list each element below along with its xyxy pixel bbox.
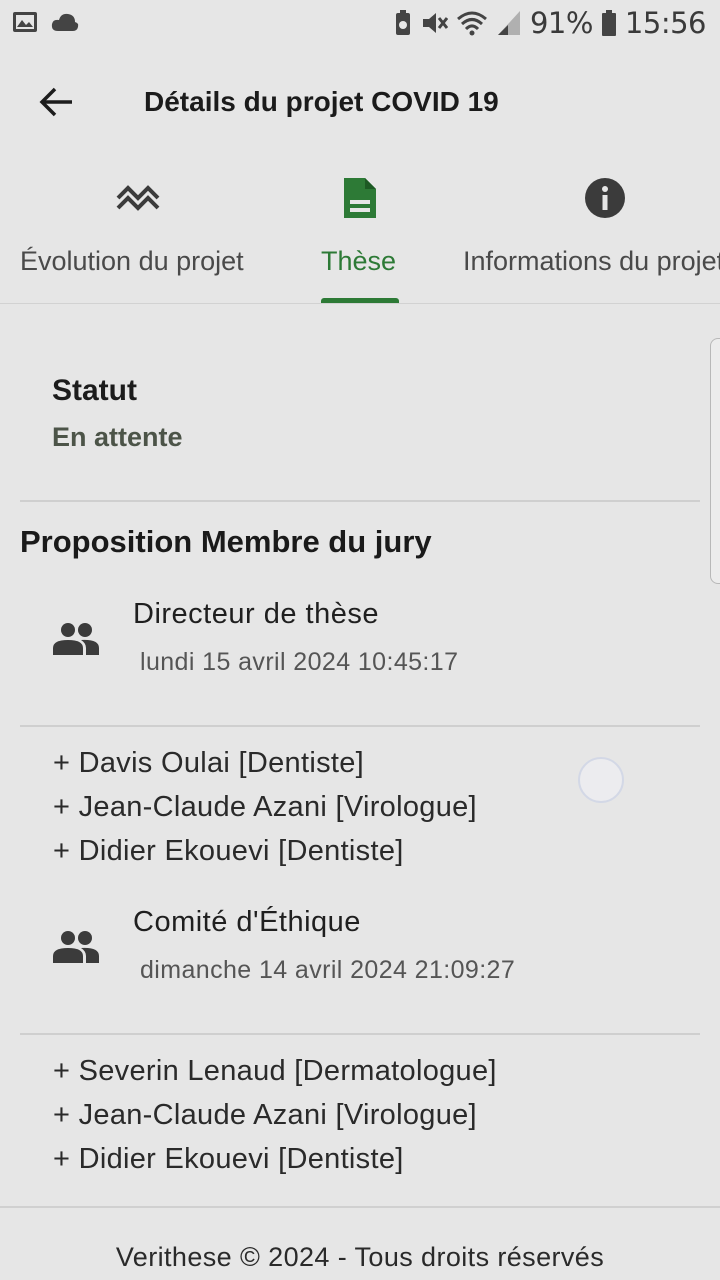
- people-icon: [53, 623, 99, 655]
- people-icon: [53, 931, 99, 963]
- status-value: En attente: [52, 422, 183, 452]
- clock: 15:56: [624, 6, 707, 40]
- document-icon: [344, 178, 376, 218]
- member-item: + Didier Ekouevi [Dentiste]: [53, 835, 404, 867]
- status-bar: 91% 15:56: [0, 0, 720, 50]
- tab-label: Évolution du projet: [20, 246, 244, 276]
- jury-date: lundi 15 avril 2024 10:45:17: [140, 648, 459, 676]
- battery-icon: [601, 10, 616, 36]
- selection-radio[interactable]: [578, 757, 624, 803]
- divider: [20, 500, 700, 502]
- tab-label: Informations du projet: [463, 246, 720, 276]
- tab-evolution[interactable]: Évolution du projet: [0, 164, 280, 303]
- arrow-back-icon: [39, 87, 72, 117]
- divider: [20, 725, 700, 727]
- mute-icon: [422, 13, 448, 33]
- member-list: + Davis Oulai [Dentiste] + Jean-Claude A…: [53, 741, 477, 873]
- page-title: Détails du projet COVID 19: [144, 86, 499, 117]
- divider: [20, 1033, 700, 1035]
- section-title: Proposition Membre du jury: [20, 524, 432, 559]
- app-bar: Détails du projet COVID 19: [0, 62, 720, 142]
- tab-informations[interactable]: Informations du projet: [440, 164, 720, 303]
- tab-these[interactable]: Thèse: [300, 164, 420, 303]
- info-icon: [585, 178, 625, 218]
- jury-date: dimanche 14 avril 2024 21:09:27: [140, 956, 516, 984]
- status-label: Statut: [52, 374, 137, 407]
- tab-bar: Évolution du projet Thèse Informations d…: [0, 164, 720, 304]
- scroll-handle[interactable]: [710, 338, 720, 584]
- image-icon: [13, 12, 37, 32]
- battery-percentage: 91%: [529, 6, 593, 40]
- cloud-icon: [51, 13, 79, 31]
- signal-icon: [497, 11, 520, 35]
- jury-title: Comité d'Éthique: [133, 906, 361, 938]
- trending-icon: [116, 185, 160, 211]
- back-button[interactable]: [28, 78, 84, 126]
- wifi-icon: [456, 11, 487, 36]
- active-tab-indicator: [321, 298, 399, 303]
- member-item: + Didier Ekouevi [Dentiste]: [53, 1143, 404, 1175]
- data-saver-icon: [395, 10, 410, 35]
- tab-label: Thèse: [321, 246, 397, 276]
- member-item: + Davis Oulai [Dentiste]: [53, 747, 365, 779]
- footer-divider: [0, 1206, 720, 1208]
- footer-copyright: Verithese © 2024 - Tous droits réservés: [115, 1242, 605, 1272]
- member-item: + Jean-Claude Azani [Virologue]: [53, 791, 477, 823]
- member-item: + Severin Lenaud [Dermatologue]: [53, 1055, 497, 1087]
- member-list: + Severin Lenaud [Dermatologue] + Jean-C…: [53, 1049, 497, 1181]
- jury-title: Directeur de thèse: [133, 598, 379, 630]
- status-section: Statut En attente: [52, 374, 183, 453]
- member-item: + Jean-Claude Azani [Virologue]: [53, 1099, 477, 1131]
